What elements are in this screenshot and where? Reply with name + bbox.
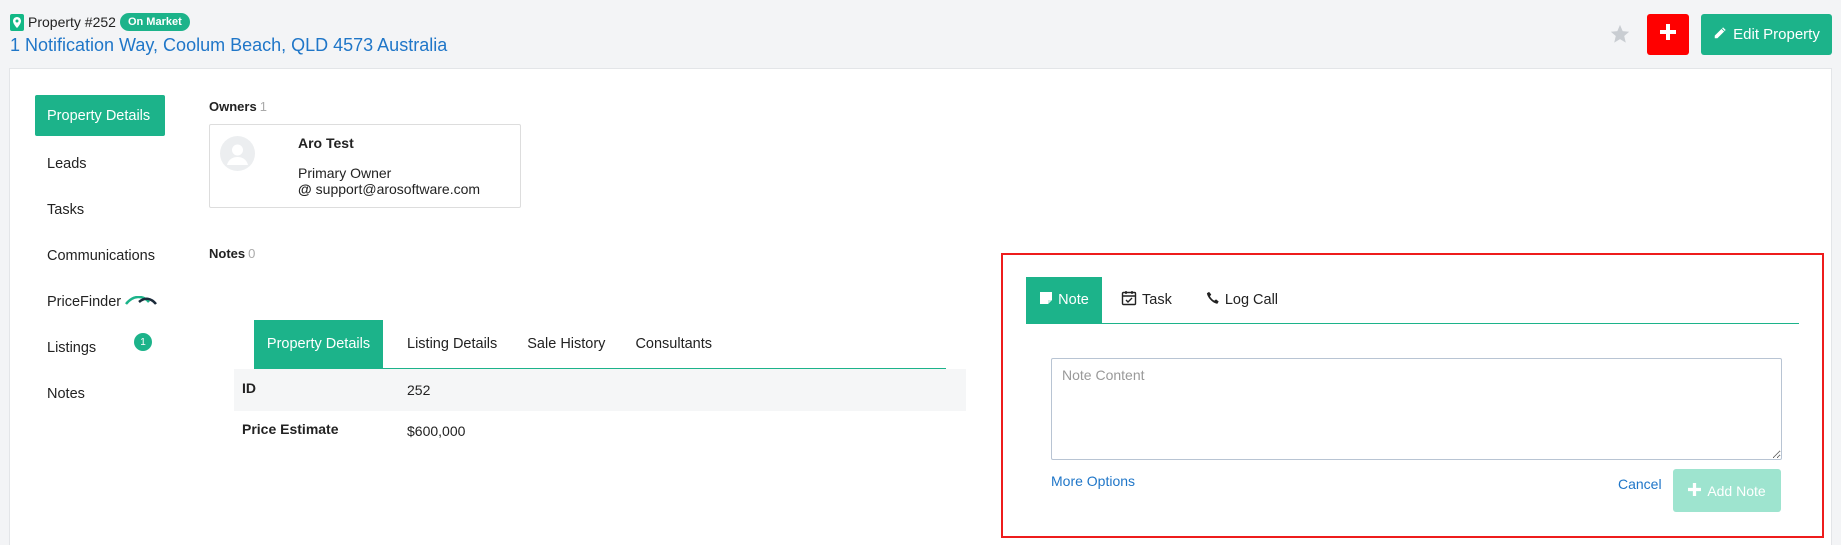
- owner-role: Primary Owner: [298, 165, 392, 181]
- owners-label: Owners: [209, 99, 257, 114]
- owner-name: Aro Test: [298, 135, 354, 151]
- note-panel-tabs: Note Task Log Call: [1026, 277, 1799, 324]
- detail-row-price-estimate: Price Estimate $600,000: [234, 410, 966, 452]
- owners-count: 1: [259, 99, 267, 114]
- tab-note-label: Note: [1058, 292, 1089, 308]
- sidebar-item-tasks[interactable]: Tasks: [35, 187, 165, 233]
- owner-email-text: support@arosoftware.com: [315, 181, 481, 197]
- add-note-button[interactable]: Add Note: [1673, 469, 1781, 512]
- add-button[interactable]: [1647, 14, 1689, 55]
- plus-icon: [1688, 482, 1702, 499]
- pencil-icon: [1713, 26, 1727, 44]
- plus-icon: [1660, 24, 1676, 45]
- sidebar-item-listings[interactable]: Listings 1: [35, 325, 165, 371]
- note-composer-panel: Note Task Log Call More Options Cancel A…: [1001, 253, 1824, 538]
- owner-card[interactable]: Aro Test Primary Owner @ support@arosoft…: [209, 124, 521, 208]
- owner-email: @ support@arosoftware.com: [298, 181, 480, 197]
- pricefinder-logo-icon: [125, 294, 158, 310]
- status-badge: On Market: [119, 13, 190, 31]
- sidebar-item-label: Notes: [47, 386, 85, 402]
- sidebar-item-notes[interactable]: Notes: [35, 371, 165, 417]
- note-content-input[interactable]: [1051, 358, 1782, 460]
- tab-note[interactable]: Note: [1026, 277, 1102, 323]
- at-icon: @: [298, 181, 312, 197]
- detail-value: 252: [407, 382, 431, 398]
- tab-listing-details[interactable]: Listing Details: [393, 320, 511, 368]
- edit-property-label: Edit Property: [1733, 26, 1820, 43]
- sidebar-item-communications[interactable]: Communications: [35, 233, 165, 279]
- avatar: [220, 136, 255, 171]
- map-pin-icon: [10, 13, 24, 31]
- tab-property-details[interactable]: Property Details: [254, 320, 383, 368]
- star-icon[interactable]: [1609, 23, 1631, 45]
- listings-count-badge: 1: [134, 333, 152, 351]
- property-number: Property #252: [28, 14, 116, 30]
- tab-consultants[interactable]: Consultants: [621, 320, 726, 368]
- add-note-label: Add Note: [1707, 482, 1766, 499]
- tab-log-call[interactable]: Log Call: [1196, 277, 1288, 323]
- sidebar-item-leads[interactable]: Leads: [35, 141, 165, 187]
- detail-row-id: ID 252: [234, 369, 966, 411]
- sidebar-item-label: Property Details: [47, 107, 151, 124]
- sidebar-item-pricefinder[interactable]: PriceFinder: [35, 279, 165, 325]
- property-title-line: Property #252 On Market: [10, 13, 190, 31]
- notes-count: 0: [248, 246, 256, 261]
- tab-log-call-label: Log Call: [1224, 292, 1279, 308]
- note-icon: [1039, 291, 1053, 309]
- more-options-link[interactable]: More Options: [1051, 473, 1135, 489]
- sidebar-item-label: Communications: [47, 248, 155, 264]
- sidebar-nav: Property Details Leads Tasks Communicati…: [35, 95, 165, 417]
- sidebar-item-label: PriceFinder: [47, 294, 122, 310]
- calendar-check-icon: [1121, 290, 1137, 310]
- sidebar-item-label: Tasks: [47, 202, 85, 218]
- notes-heading: Notes 0: [209, 246, 255, 261]
- detail-key: Price Estimate: [242, 421, 339, 437]
- sidebar-item-property-details[interactable]: Property Details: [35, 95, 165, 136]
- owners-heading: Owners 1: [209, 99, 267, 114]
- phone-icon: [1206, 291, 1220, 309]
- edit-property-button[interactable]: Edit Property: [1701, 14, 1832, 55]
- sidebar-item-label: Leads: [47, 156, 87, 172]
- sidebar-item-label: Listings: [47, 340, 97, 356]
- detail-key: ID: [242, 380, 256, 396]
- property-tabs: Property Details Listing Details Sale Hi…: [254, 320, 946, 369]
- property-address[interactable]: 1 Notification Way, Coolum Beach, QLD 45…: [10, 35, 447, 56]
- tab-sale-history[interactable]: Sale History: [513, 320, 619, 368]
- cancel-button[interactable]: Cancel: [1618, 476, 1662, 492]
- tab-task-label: Task: [1142, 292, 1172, 308]
- page-header: Property #252 On Market 1 Notification W…: [0, 0, 1841, 66]
- detail-value: $600,000: [407, 423, 466, 439]
- notes-label: Notes: [209, 246, 246, 261]
- tab-task[interactable]: Task: [1111, 277, 1182, 323]
